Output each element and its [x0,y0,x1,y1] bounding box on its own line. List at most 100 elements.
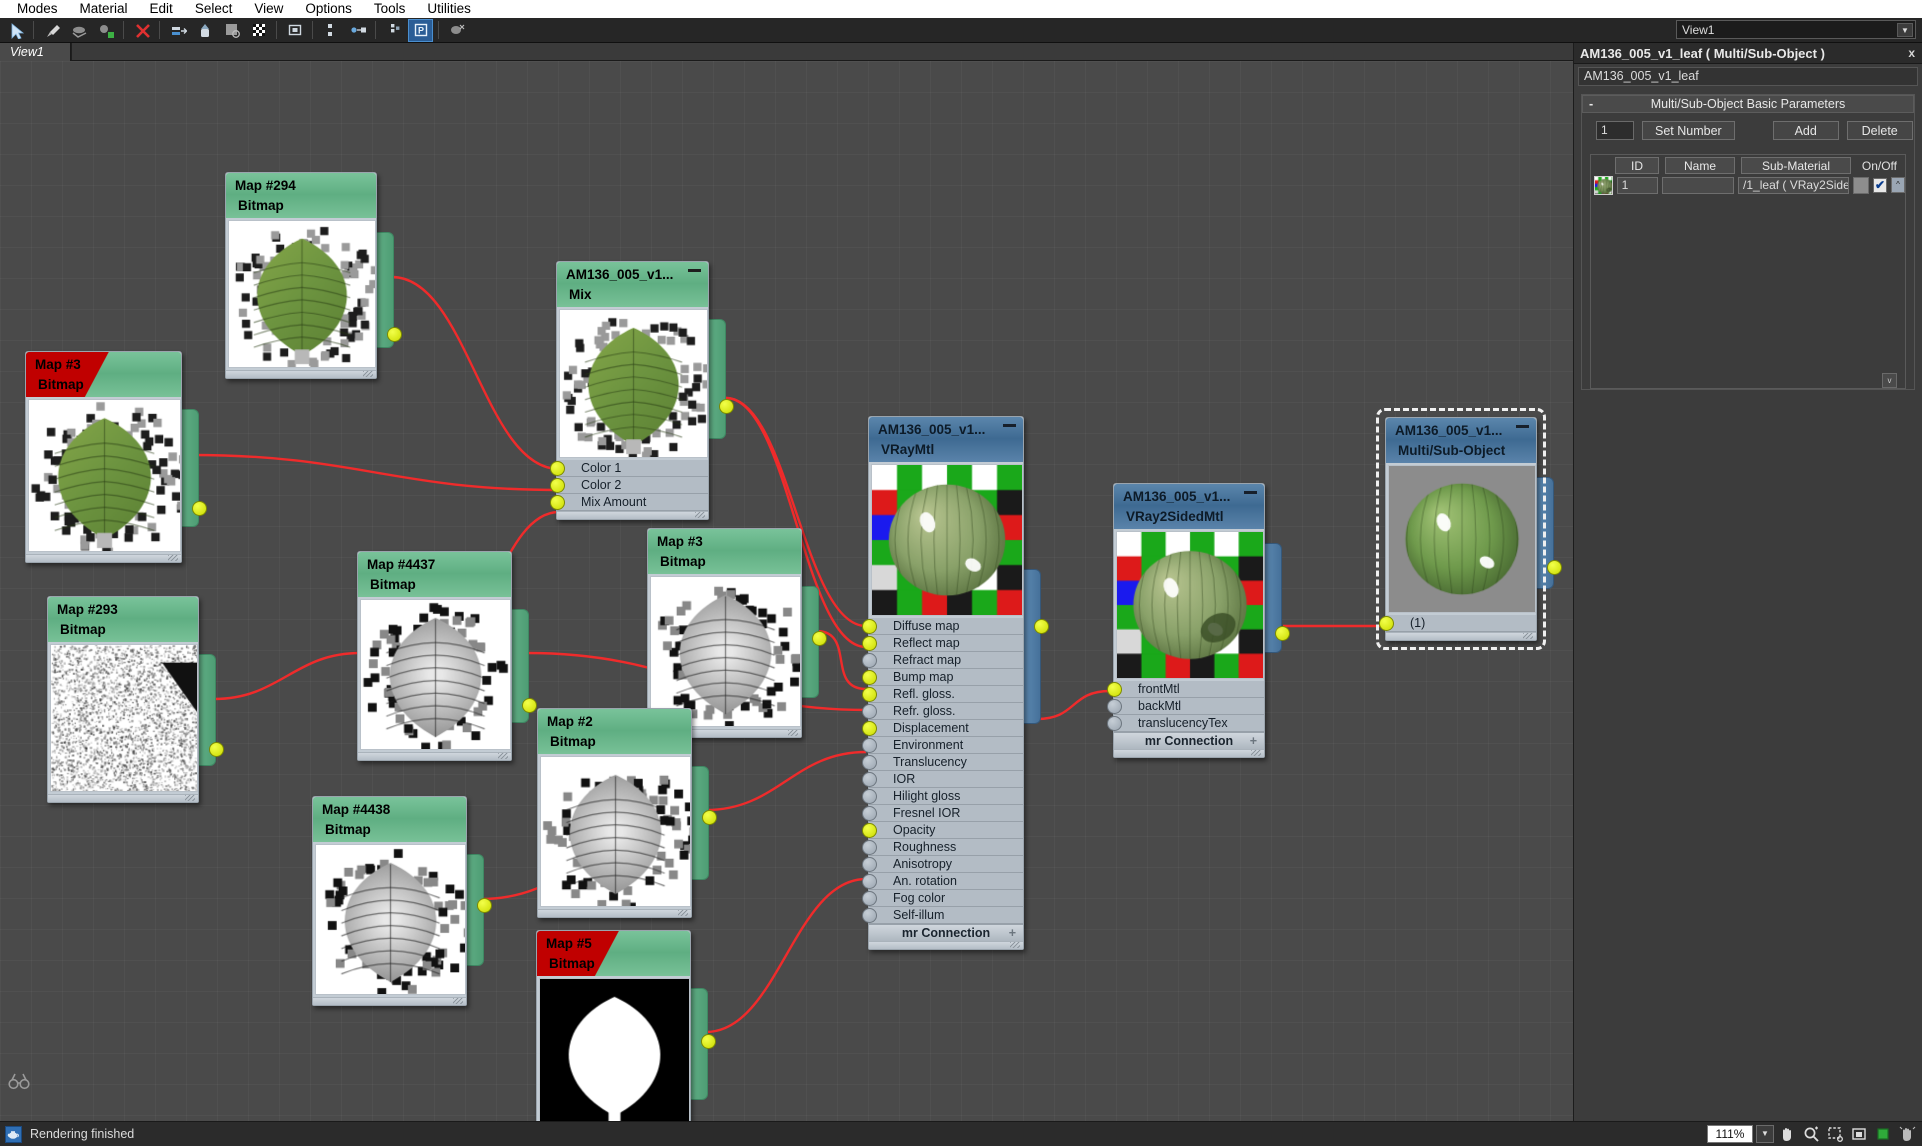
socket-dot[interactable] [862,653,877,668]
socket-dot[interactable] [550,461,565,476]
node-body[interactable]: Map #5 Bitmap [536,930,691,1121]
node-thumbnail[interactable] [360,599,511,750]
output-socket-dot[interactable] [477,898,492,913]
socket-translucency[interactable]: Translucency [869,754,1023,771]
output-jack[interactable] [707,319,726,439]
socket-dot[interactable] [862,704,877,719]
socket-translucencytex[interactable]: translucencyTex [1114,715,1264,732]
socket-bump-map[interactable]: Bump map [869,669,1023,686]
node-map3b[interactable]: Map #3 Bitmap [647,528,802,738]
node-resize-handle[interactable] [313,997,466,1005]
tab-view1[interactable]: View1 [0,43,71,61]
output-socket-dot[interactable] [1275,626,1290,641]
socket-displacement[interactable]: Displacement [869,720,1023,737]
lay-out-children-icon[interactable] [318,19,343,42]
node-header[interactable]: Map #2 Bitmap [538,709,691,754]
minimize-icon[interactable] [1244,491,1257,494]
socket-refr-gloss[interactable]: Refr. gloss. [869,703,1023,720]
menu-item-options[interactable]: Options [294,0,363,18]
wire-map2-to-displacement[interactable] [706,752,866,810]
set-number-button[interactable]: Set Number [1642,121,1735,140]
socket-dot[interactable] [862,687,877,702]
show-parameters-panel-icon[interactable]: P [408,19,433,42]
row-sub-material[interactable]: /1_leaf ( VRay2SidedMtl ) [1738,177,1849,194]
mr-connection-rollout[interactable]: mr Connection + [869,924,1023,941]
node-header[interactable]: Map #3 Bitmap [26,352,181,397]
row-id[interactable]: 1 [1617,177,1658,194]
assign-material-to-selection-icon[interactable] [66,19,91,42]
socket-fresnel-ior[interactable]: Fresnel IOR [869,805,1023,822]
table-row[interactable]: 1 /1_leaf ( VRay2SidedMtl ) ✔ ^ [1591,174,1905,196]
menu-item-material[interactable]: Material [69,0,139,18]
node-mixnode[interactable]: AM136_005_v1... Mix Color 1 Color 2 Mix Amou… [556,261,709,520]
node-map2[interactable]: Map #2 Bitmap [537,708,692,918]
node-resize-handle[interactable] [226,370,376,378]
node-thumbnail[interactable] [228,220,376,368]
menu-item-modes[interactable]: Modes [6,0,69,18]
node-thumbnail[interactable] [559,309,708,458]
socket-dot[interactable] [862,908,877,923]
node-header[interactable]: Map #4437 Bitmap [358,552,511,597]
socket-dot[interactable] [550,478,565,493]
expand-icon[interactable]: + [1250,733,1257,750]
output-socket-dot[interactable] [1034,619,1049,634]
zoom-extents-selected-icon[interactable] [1825,1124,1846,1144]
material-id-channel-icon[interactable] [282,19,307,42]
material-name-field[interactable]: AM136_005_v1_leaf [1578,67,1918,86]
socket-dot[interactable] [862,891,877,906]
output-socket-dot[interactable] [719,399,734,414]
node-body[interactable]: Map #3 Bitmap [647,528,802,738]
move-children-icon[interactable] [165,19,190,42]
node-map5[interactable]: Map #5 Bitmap [536,930,691,1121]
row-on-off-checkbox[interactable]: ✔ [1873,178,1887,193]
close-icon[interactable]: x [1908,46,1915,60]
socket-frontmtl[interactable]: frontMtl [1114,681,1264,698]
collapse-icon[interactable]: - [1589,97,1593,111]
delete-x-icon[interactable] [129,19,154,42]
column-sub-material[interactable]: Sub-Material [1741,157,1851,174]
output-socket-dot[interactable] [387,327,402,342]
node-header[interactable]: Map #293 Bitmap [48,597,198,642]
node-map294[interactable]: Map #294 Bitmap [225,172,377,379]
mr-connection-rollout[interactable]: mr Connection + [1114,732,1264,749]
socket-dot[interactable] [862,857,877,872]
show-shaded-material-in-viewport-icon[interactable] [93,19,118,42]
node-thumbnail[interactable] [315,844,466,995]
show-background-checker-icon[interactable] [219,19,244,42]
socket-color-2[interactable]: Color 2 [557,477,708,494]
node-header[interactable]: AM136_005_v1... VRay2SidedMtl [1114,484,1264,529]
socket-mix-amount[interactable]: Mix Amount [557,494,708,511]
socket-color-1[interactable]: Color 1 [557,460,708,477]
node-resize-handle[interactable] [48,794,198,802]
socket-dot[interactable] [862,636,877,651]
socket-refl-gloss[interactable]: Refl. gloss. [869,686,1023,703]
menu-item-utilities[interactable]: Utilities [416,0,482,18]
socket-backmtl[interactable]: backMtl [1114,698,1264,715]
node-resize-handle[interactable] [557,511,708,519]
node-vraymtl[interactable]: AM136_005_v1... VRayMtl Diffuse map Reflect… [868,416,1024,950]
node-thumbnail[interactable] [50,644,198,792]
menu-item-tools[interactable]: Tools [363,0,417,18]
scroll-down-icon[interactable]: v [1882,373,1897,388]
node-map293[interactable]: Map #293 Bitmap [47,596,199,803]
row-name[interactable] [1662,177,1734,194]
scroll-up-icon[interactable]: ^ [1891,177,1905,193]
select-arrow-icon[interactable] [3,19,28,42]
node-thumbnail[interactable] [28,399,181,552]
node-resize-handle[interactable] [26,554,181,562]
node-body[interactable]: Map #4437 Bitmap [357,551,512,761]
socket-roughness[interactable]: Roughness [869,839,1023,856]
output-socket-dot[interactable] [702,810,717,825]
wire-map294-to-mix-color1[interactable] [392,277,559,469]
background-checker-pattern-icon[interactable] [246,19,271,42]
socket-dot[interactable] [1107,699,1122,714]
socket-dot[interactable] [862,789,877,804]
socket-dot[interactable] [1107,682,1122,697]
minimize-icon[interactable] [688,269,701,272]
output-socket-dot[interactable] [812,631,827,646]
rollup-header[interactable]: - Multi/Sub-Object Basic Parameters [1582,95,1914,113]
output-jack[interactable] [1022,569,1041,724]
node-body[interactable]: Map #4438 Bitmap [312,796,467,1006]
node-map4438[interactable]: Map #4438 Bitmap [312,796,467,1006]
node-thumbnail[interactable] [871,464,1023,616]
